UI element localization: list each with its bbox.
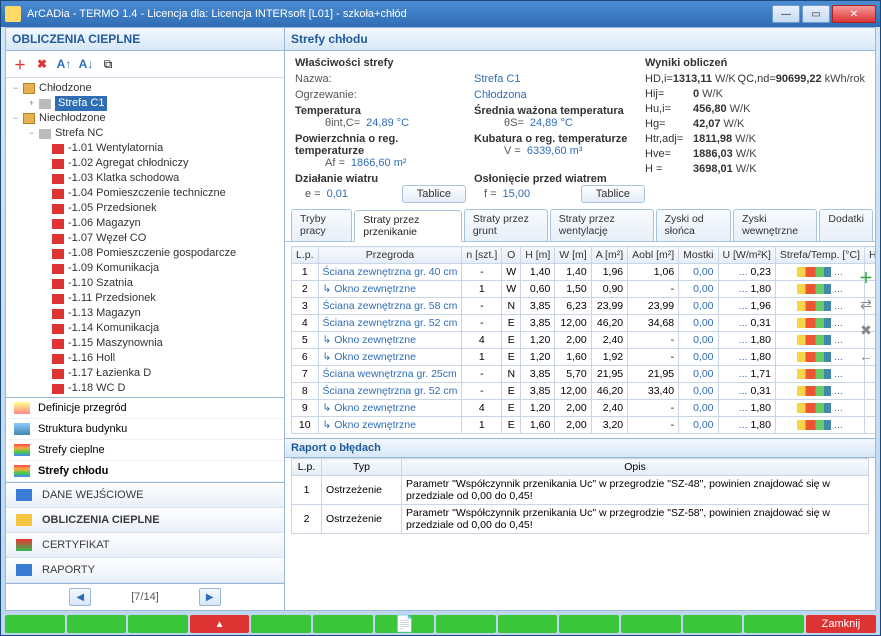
tree-item[interactable]: -1.02 Agregat chłodniczy [8,156,282,171]
delete-icon[interactable]: ✖ [32,54,52,74]
left-lists: Definicje przegród Struktura budynku Str… [6,397,284,482]
tab-solar[interactable]: Zyski od słońca [656,209,732,241]
tree-item[interactable]: -1.11 Przedsionek [8,291,282,306]
table-row[interactable]: 8Ściana zewnętrzna gr. 52 cm-E3,8512,004… [292,383,877,400]
list-structure[interactable]: Struktura budynku [6,419,284,440]
copy-icon[interactable]: ⧉ [98,54,118,74]
results-panel: Wyniki obliczeń HD,i=1313,11W/K QC,nd=90… [645,57,865,203]
tree-item[interactable]: -1.19 Łazienka M [8,396,282,397]
tree-item[interactable]: -1.15 Maszynownia [8,336,282,351]
status-close-button[interactable]: Zamknij [806,615,876,633]
app-icon [5,6,21,22]
partitions-table[interactable]: L.p. Przegroda n [szt.] O H [m] W [m] A … [291,246,876,434]
tree-item[interactable]: -1.16 Holl [8,351,282,366]
area-value: 1866,60 m² [351,157,407,169]
tree-group[interactable]: Niechłodzone [39,111,106,126]
table-row[interactable]: 5↳ Okno zewnętrzne4E1,202,002,40-0,00...… [292,332,877,349]
table-row[interactable]: 9↳ Okno zewnętrzne4E1,202,002,40-0,00...… [292,400,877,417]
table-row[interactable]: 2↳ Okno zewnętrzne1W0,601,500,90-0,00...… [292,281,877,298]
tree-item-selected[interactable]: Strefa C1 [55,96,107,111]
shade-value[interactable]: 15,00 [503,188,531,200]
tree-item[interactable]: -1.03 Klatka schodowa [8,171,282,186]
tree-item[interactable]: -1.04 Pomieszczenie techniczne [8,186,282,201]
nav-sections: DANE WEJŚCIOWE OBLICZENIA CIEPLNE CERTYF… [6,482,284,583]
props-title: Właściwości strefy [295,57,645,69]
table-row[interactable]: 1Ściana zewnętrzna gr. 40 cm-W1,401,401,… [292,264,877,281]
swap-icon[interactable]: ⇄ [856,294,876,314]
loss-tabs: Tryby pracy Straty przez przenikanie Str… [285,209,875,242]
temp-value[interactable]: 24,89 °C [366,117,409,129]
tree-item[interactable]: Strefa NC [55,126,103,141]
list-heat-zones[interactable]: Strefy cieplne [6,440,284,461]
left-panel-title: OBLICZENIA CIEPLNE [6,28,284,51]
delete-row-icon[interactable]: ✖ [856,320,876,340]
error-report-table[interactable]: L.p. Typ Opis 1OstrzeżenieParametr "Wspó… [291,458,869,534]
tree-item[interactable]: -1.18 WC D [8,381,282,396]
add-icon[interactable]: ＋ [10,54,30,74]
tab-extras[interactable]: Dodatki [819,209,873,241]
tab-ventilation[interactable]: Straty przez wentylację [550,209,654,241]
tab-transmission[interactable]: Straty przez przenikanie [354,210,462,242]
zone-tree[interactable]: −Chłodzone +Strefa C1 −Niechłodzone −Str… [6,78,284,397]
next-page-button[interactable]: ▶ [199,588,221,606]
tab-ground[interactable]: Straty przez grunt [464,209,548,241]
tree-item[interactable]: -1.17 Łazienka D [8,366,282,381]
tree-group[interactable]: Chłodzone [39,81,92,96]
list-cool-zones[interactable]: Strefy chłodu [6,461,284,482]
titlebar: ArCADia - TERMO 1.4 - Licencja dla: Lice… [1,1,880,27]
nav-heat-calc[interactable]: OBLICZENIA CIEPLNE [6,508,284,533]
table-row[interactable]: 3Ściana zewnętrzna gr. 58 cm-N3,856,2323… [292,298,877,315]
close-button[interactable]: ✕ [832,5,876,23]
add-row-icon[interactable]: ＋ [856,268,876,288]
tree-item[interactable]: -1.09 Komunikacja [8,261,282,276]
report-row[interactable]: 2OstrzeżenieParametr "Współczynnik przen… [292,505,869,534]
avg-temp-value: 24,89 °C [530,117,573,129]
table-row[interactable]: 6↳ Okno zewnętrzne1E1,201,601,92-0,00...… [292,349,877,366]
table-row[interactable]: 10↳ Okno zewnętrzne1E1,602,003,20-0,00..… [292,417,877,434]
right-panel-title: Strefy chłodu [285,28,875,51]
status-warning-icon[interactable]: ▲ [190,615,250,633]
maximize-button[interactable]: ▭ [802,5,830,23]
tab-internal[interactable]: Zyski wewnętrzne [733,209,817,241]
tree-item[interactable]: -1.06 Magazyn [8,216,282,231]
list-definitions[interactable]: Definicje przegród [6,398,284,419]
report-title: Raport o błędach [285,438,875,458]
minimize-button[interactable]: — [772,5,800,23]
nav-input-data[interactable]: DANE WEJŚCIOWE [6,483,284,508]
back-icon[interactable]: ← [856,346,876,366]
vol-value: 6339,60 m³ [527,145,583,157]
wind-tables-button[interactable]: Tablice [402,185,466,203]
tab-modes[interactable]: Tryby pracy [291,209,352,241]
font-dec-icon[interactable]: A↓ [76,54,96,74]
nav-certificate[interactable]: CERTYFIKAT [6,533,284,558]
table-row[interactable]: 4Ściana zewnętrzna gr. 52 cm-E3,8512,004… [292,315,877,332]
shade-tables-button[interactable]: Tablice [581,185,645,203]
zone-name[interactable]: Strefa C1 [474,73,520,85]
prev-page-button[interactable]: ◀ [69,588,91,606]
page-indicator: [7/14] [131,591,159,603]
tree-item[interactable]: -1.13 Magazyn [8,306,282,321]
font-inc-icon[interactable]: A↑ [54,54,74,74]
tree-item[interactable]: -1.05 Przedsionek [8,201,282,216]
tree-item[interactable]: -1.01 Wentylatornia [8,141,282,156]
status-bar: ▲ 📄 Zamknij [5,615,876,633]
heating-value[interactable]: Chłodzona [474,89,527,101]
tree-item[interactable]: -1.07 Węzeł CO [8,231,282,246]
left-toolbar: ＋ ✖ A↑ A↓ ⧉ [6,51,284,78]
tree-item[interactable]: -1.08 Pomieszczenie gospodarcze [8,246,282,261]
wind-value[interactable]: 0,01 [327,188,348,200]
report-row[interactable]: 1OstrzeżenieParametr "Współczynnik przen… [292,476,869,505]
window-title: ArCADia - TERMO 1.4 - Licencja dla: Lice… [27,8,407,20]
tree-item[interactable]: -1.14 Komunikacja [8,321,282,336]
tree-item[interactable]: -1.10 Szatnia [8,276,282,291]
table-row[interactable]: 7Ściana wewnętrzna gr. 25cm-N3,855,7021,… [292,366,877,383]
nav-reports[interactable]: RAPORTY [6,558,284,583]
